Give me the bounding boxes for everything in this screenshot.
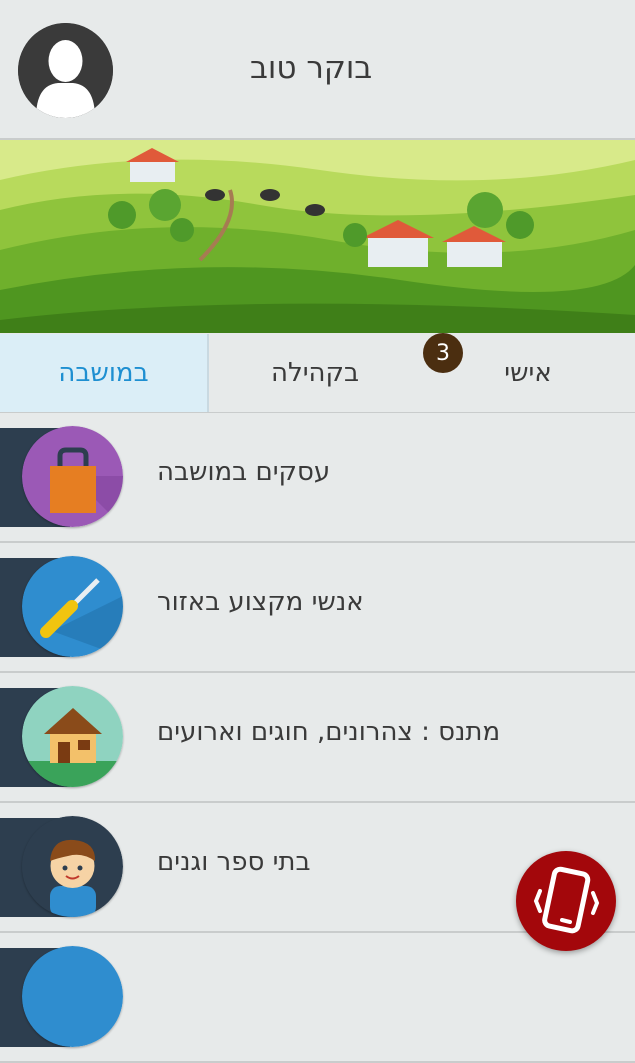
row-label: אנשי מקצוע באזור [157, 587, 364, 617]
list-item-professionals[interactable]: אנשי מקצוע באזור [0, 543, 635, 673]
list-item-next[interactable] [0, 933, 635, 1063]
greeting-text: בוקר טוב [250, 50, 373, 86]
row-label: עסקים במושבה [157, 457, 331, 487]
list-item-businesses[interactable]: עסקים במושבה [0, 413, 635, 543]
app-header: בוקר טוב [0, 0, 635, 140]
row-label: בתי ספר וגנים [157, 847, 311, 877]
screwdriver-icon [22, 556, 123, 657]
village-banner-image [0, 140, 635, 333]
child-icon [22, 816, 123, 917]
list-item-community-center[interactable]: מתנס : צהרונים, חוגים וארועים [0, 673, 635, 803]
avatar[interactable] [18, 23, 113, 118]
tab-bar: במושבה בקהילה אישי [0, 334, 635, 414]
tab-colony[interactable]: במושבה [0, 334, 209, 412]
vibrating-phone-icon [533, 866, 600, 934]
next-item-icon [22, 946, 123, 1047]
user-silhouette-icon [18, 23, 113, 118]
shopping-bag-icon [22, 426, 123, 527]
row-label: מתנס : צהרונים, חוגים וארועים [157, 717, 501, 747]
tab-community[interactable]: בקהילה [209, 334, 421, 412]
house-icon [22, 686, 123, 787]
vibrate-phone-button[interactable] [516, 851, 616, 951]
notification-badge: 3 [423, 333, 463, 373]
